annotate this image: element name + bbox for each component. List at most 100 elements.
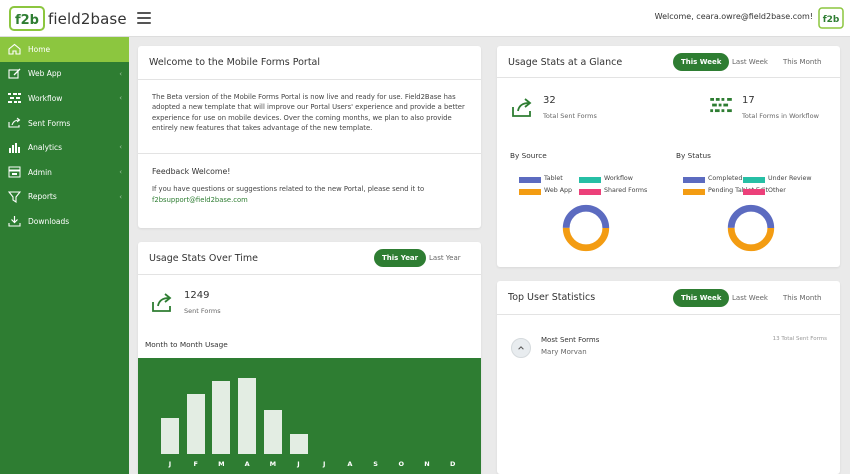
most-sent-forms-title: Most Sent Forms [541,336,600,344]
tab-last-year[interactable]: Last Year [421,249,469,267]
chevron-left-icon: ‹ [119,167,122,176]
legend-label: Shared Forms [604,187,648,194]
workflow-icon [710,98,732,113]
month-tick-label: J [168,460,172,468]
sidebar-item-workflow[interactable]: Workflow ‹ [0,86,129,111]
chart-bar [263,409,282,454]
feedback-body: If you have questions or suggestions rel… [152,185,425,193]
legend-label: Other [768,187,786,194]
legend-swatch [519,177,541,183]
workflow-label: Total Forms in Workflow [742,112,819,120]
chevron-left-icon: ‹ [119,143,122,152]
sidebar-item-web-app[interactable]: Web App ‹ [0,62,129,87]
feedback-title: Feedback Welcome! [152,167,231,176]
glance-card: Usage Stats at a Glance This Week Last W… [497,46,840,267]
legend-swatch [743,189,765,195]
logo-text: field2base [48,9,127,28]
top-users-title: Top User Statistics [508,292,596,303]
f2b-logo-icon: f2b [9,6,45,31]
chevron-left-icon: ‹ [119,94,122,103]
sent-forms-count: 1249 [184,290,210,301]
sidebar-item-reports[interactable]: Reports ‹ [0,185,129,210]
by-status-title: By Status [676,151,711,160]
top-user-name: Mary Morvan [541,348,587,356]
workflow-icon [8,93,21,104]
admin-icon [8,166,21,178]
f2b-mini-logo-icon: f2b [818,7,844,29]
glance-title: Usage Stats at a Glance [508,57,623,68]
sidebar-item-admin[interactable]: Admin ‹ [0,160,129,185]
chart-bar [186,394,205,454]
chart-bar [289,433,308,454]
sidebar-item-home[interactable]: Home [0,37,129,62]
month-tick-label: J [322,460,326,468]
month-tick-label: A [347,460,353,468]
sidebar-item-label: Downloads [28,216,70,226]
top-user-count: 13 Total Sent Forms [772,336,827,342]
sidebar-item-sent-forms[interactable]: Sent Forms [0,111,129,136]
sidebar-item-analytics[interactable]: Analytics ‹ [0,135,129,160]
sidebar: Home Web App ‹ Workflow ‹ Sent Forms Analytics… [0,37,129,474]
legend-swatch [683,177,705,183]
month-usage-chart: JFMAMJJASOND [138,358,481,474]
legend-label: Completed [708,175,743,182]
legend-swatch [579,177,601,183]
welcome-body: The Beta version of the Mobile Forms Por… [152,93,465,133]
welcome-user-text: Welcome, ceara.owre@field2base.com! [654,12,813,21]
month-tick-label: M [269,460,277,468]
month-tick-label: M [218,460,225,468]
sidebar-item-label: Workflow [28,93,63,103]
home-icon [8,44,21,55]
chevron-left-icon: ‹ [119,192,122,201]
sidebar-item-label: Home [28,44,51,54]
month-tick-label: S [373,460,378,468]
chart-bar [161,417,179,454]
menu-toggle-icon[interactable] [137,12,151,24]
glance-tab-this-month[interactable]: This Month [775,53,829,71]
sidebar-item-label: Web App [28,69,62,79]
by-source-title: By Source [510,151,547,160]
svg-text:f2b: f2b [823,15,840,25]
welcome-title: Welcome to the Mobile Forms Portal [149,57,321,68]
legend-swatch [519,189,541,195]
support-email-link[interactable]: f2bsupport@field2base.com [152,195,248,205]
month-tick-label: D [449,460,456,468]
legend-label: Web App [544,187,573,194]
filter-icon [8,191,21,203]
by-source-donut-chart [562,204,610,252]
edit-icon [8,68,21,79]
month-tick-label: O [398,460,405,468]
expand-toggle-icon[interactable] [511,338,531,358]
top-users-tab-this-month[interactable]: This Month [775,289,829,307]
total-sent-count: 32 [543,95,556,106]
legend-swatch [743,177,765,183]
top-users-tab-this-week[interactable]: This Week [673,289,730,307]
month-tick-label: J [297,460,300,468]
sidebar-item-label: Admin [28,167,52,177]
share-forms-icon [512,98,532,117]
usage-over-time-title: Usage Stats Over Time [149,253,259,264]
bar-chart-icon [8,142,21,153]
month-tick-label: N [424,460,430,468]
month-tick-label: F [193,460,198,468]
top-users-tab-last-week[interactable]: Last Week [724,289,776,307]
download-icon [8,216,21,228]
field2base-logo[interactable]: f2b field2base [9,5,127,32]
sidebar-item-downloads[interactable]: Downloads [0,209,129,234]
month-usage-title: Month to Month Usage [145,340,228,349]
legend-swatch [683,189,705,195]
sidebar-item-label: Analytics [28,143,63,153]
svg-text:f2b: f2b [15,13,39,28]
share-icon [8,117,21,129]
chart-bar [212,381,231,454]
legend-swatch [579,189,601,195]
tab-this-year[interactable]: This Year [374,249,427,267]
glance-tab-last-week[interactable]: Last Week [724,53,776,71]
workflow-count: 17 [742,95,755,106]
total-sent-label: Total Sent Forms [543,112,597,120]
share-forms-icon [152,293,172,312]
sent-forms-label: Sent Forms [184,307,221,315]
glance-tab-this-week[interactable]: This Week [673,53,730,71]
chart-bar [238,378,257,454]
month-tick-label: A [244,460,250,468]
